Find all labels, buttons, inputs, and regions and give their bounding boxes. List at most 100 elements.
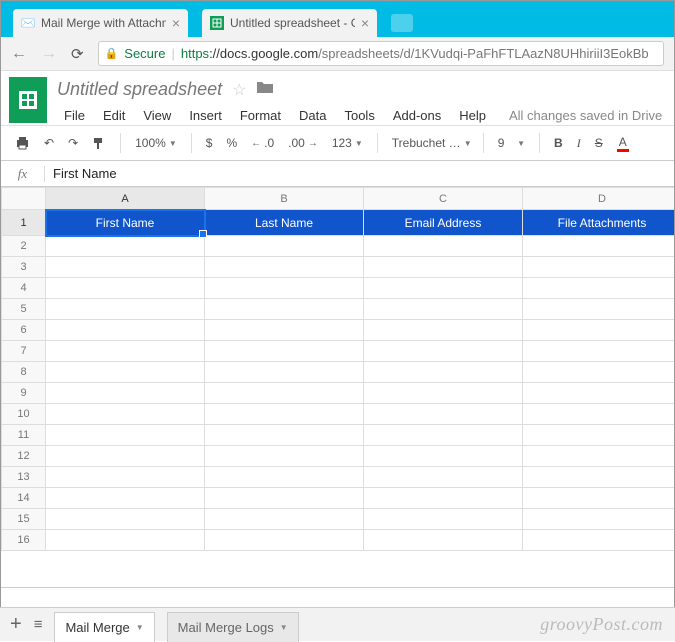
col-header-b[interactable]: B xyxy=(205,188,364,210)
cell[interactable] xyxy=(523,299,675,320)
cell[interactable] xyxy=(364,257,523,278)
cell[interactable] xyxy=(364,341,523,362)
cell-d1[interactable]: File Attachments xyxy=(523,210,675,236)
cell[interactable] xyxy=(205,425,364,446)
format-currency-button[interactable]: $ xyxy=(202,133,217,153)
cell[interactable] xyxy=(523,383,675,404)
cell[interactable] xyxy=(46,362,205,383)
cell[interactable] xyxy=(364,278,523,299)
row-header[interactable]: 10 xyxy=(2,404,46,425)
cell[interactable] xyxy=(205,467,364,488)
cell[interactable] xyxy=(46,446,205,467)
spreadsheet-grid[interactable]: A B C D 1 First Name Last Name Email Add… xyxy=(1,187,674,587)
menu-file[interactable]: File xyxy=(57,106,92,125)
number-format-button[interactable]: 123 ▼ xyxy=(328,133,367,153)
row-header[interactable]: 7 xyxy=(2,341,46,362)
sheets-logo-icon[interactable] xyxy=(9,77,47,123)
cell[interactable] xyxy=(46,320,205,341)
cell[interactable] xyxy=(523,425,675,446)
cell[interactable] xyxy=(523,362,675,383)
fx-icon[interactable]: fx xyxy=(1,166,45,182)
cell-a1[interactable]: First Name xyxy=(46,210,205,236)
formula-input[interactable]: First Name xyxy=(45,166,674,181)
col-header-c[interactable]: C xyxy=(364,188,523,210)
cell[interactable] xyxy=(364,446,523,467)
cell[interactable] xyxy=(364,362,523,383)
cell[interactable] xyxy=(364,488,523,509)
col-header-d[interactable]: D xyxy=(523,188,675,210)
print-button[interactable] xyxy=(11,133,34,153)
cell[interactable] xyxy=(205,383,364,404)
sheet-tab-active[interactable]: Mail Merge ▼ xyxy=(54,612,154,642)
cell[interactable] xyxy=(46,341,205,362)
cell[interactable] xyxy=(364,467,523,488)
menu-help[interactable]: Help xyxy=(452,106,493,125)
cell[interactable] xyxy=(46,404,205,425)
cell[interactable] xyxy=(205,530,364,551)
menu-data[interactable]: Data xyxy=(292,106,333,125)
sheet-tab-inactive[interactable]: Mail Merge Logs ▼ xyxy=(167,612,299,642)
cell[interactable] xyxy=(205,320,364,341)
cell[interactable] xyxy=(364,236,523,257)
cell[interactable] xyxy=(523,509,675,530)
row-header[interactable]: 11 xyxy=(2,425,46,446)
row-header[interactable]: 9 xyxy=(2,383,46,404)
cell[interactable] xyxy=(364,509,523,530)
font-size-selector[interactable]: 9 ▼ xyxy=(494,133,529,153)
cell[interactable] xyxy=(205,446,364,467)
redo-button[interactable]: ↷ xyxy=(64,133,82,153)
cell[interactable] xyxy=(205,278,364,299)
menu-tools[interactable]: Tools xyxy=(337,106,381,125)
cell[interactable] xyxy=(523,278,675,299)
omnibox[interactable]: 🔒 Secure | https://docs.google.com/sprea… xyxy=(98,41,664,66)
close-icon[interactable]: × xyxy=(172,16,180,30)
all-sheets-button[interactable]: ≡ xyxy=(34,616,43,633)
row-header[interactable]: 8 xyxy=(2,362,46,383)
cell[interactable] xyxy=(205,362,364,383)
cell[interactable] xyxy=(523,467,675,488)
add-sheet-button[interactable]: + xyxy=(10,613,22,636)
menu-addons[interactable]: Add-ons xyxy=(386,106,448,125)
zoom-selector[interactable]: 100% ▼ xyxy=(131,133,181,153)
bold-button[interactable]: B xyxy=(550,133,567,153)
font-selector[interactable]: Trebuchet … ▼ xyxy=(388,133,473,153)
row-header[interactable]: 16 xyxy=(2,530,46,551)
row-header[interactable]: 3 xyxy=(2,257,46,278)
browser-tab-1[interactable]: Untitled spreadsheet - G × xyxy=(202,9,377,37)
cell[interactable] xyxy=(46,509,205,530)
cell[interactable] xyxy=(205,488,364,509)
cell[interactable] xyxy=(46,299,205,320)
cell[interactable] xyxy=(523,257,675,278)
cell[interactable] xyxy=(205,509,364,530)
cell[interactable] xyxy=(364,530,523,551)
star-icon[interactable]: ☆ xyxy=(232,80,246,100)
cell[interactable] xyxy=(46,467,205,488)
cell[interactable] xyxy=(523,341,675,362)
undo-button[interactable]: ↶ xyxy=(40,133,58,153)
cell[interactable] xyxy=(46,257,205,278)
cell[interactable] xyxy=(523,404,675,425)
doc-title[interactable]: Untitled spreadsheet xyxy=(57,79,222,100)
cell[interactable] xyxy=(523,236,675,257)
chevron-down-icon[interactable]: ▼ xyxy=(136,623,144,632)
row-header[interactable]: 14 xyxy=(2,488,46,509)
col-header-a[interactable]: A xyxy=(46,188,205,210)
close-icon[interactable]: × xyxy=(361,16,369,30)
cell-b1[interactable]: Last Name xyxy=(205,210,364,236)
cell[interactable] xyxy=(205,236,364,257)
cell[interactable] xyxy=(46,278,205,299)
select-all-corner[interactable] xyxy=(2,188,46,210)
cell-c1[interactable]: Email Address xyxy=(364,210,523,236)
text-color-button[interactable]: A xyxy=(613,132,633,155)
row-header[interactable]: 6 xyxy=(2,320,46,341)
cell[interactable] xyxy=(364,404,523,425)
cell[interactable] xyxy=(46,488,205,509)
cell[interactable] xyxy=(523,488,675,509)
row-header[interactable]: 4 xyxy=(2,278,46,299)
row-header[interactable]: 12 xyxy=(2,446,46,467)
strikethrough-button[interactable]: S xyxy=(591,133,607,153)
menu-edit[interactable]: Edit xyxy=(96,106,132,125)
row-header[interactable]: 2 xyxy=(2,236,46,257)
row-header[interactable]: 15 xyxy=(2,509,46,530)
browser-tab-0[interactable]: ✉️ Mail Merge with Attachm × xyxy=(13,9,188,37)
